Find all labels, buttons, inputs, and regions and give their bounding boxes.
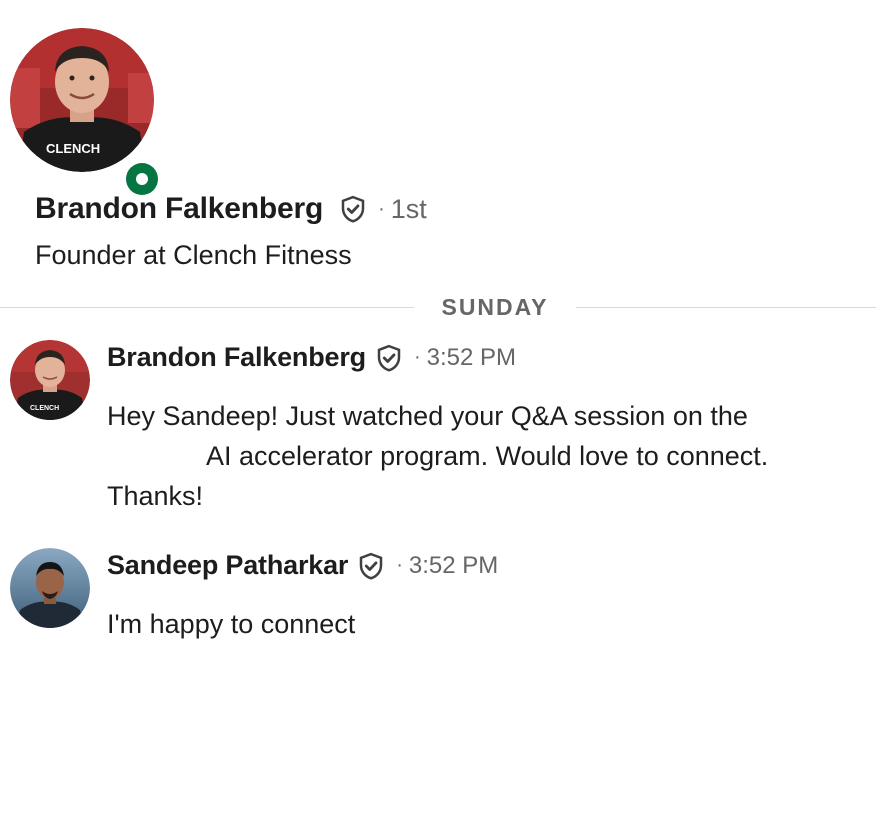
message-header: Sandeep Patharkar · 3:52 PM xyxy=(107,550,498,581)
message-sender-name[interactable]: Brandon Falkenberg xyxy=(107,342,366,373)
message-line: AI accelerator program. Would love to co… xyxy=(206,441,769,471)
profile-name[interactable]: Brandon Falkenberg xyxy=(35,192,323,226)
verified-shield-icon[interactable] xyxy=(338,194,368,224)
online-status-dot xyxy=(136,173,148,185)
avatar-shirt-text: CLENCH xyxy=(30,405,59,412)
message-body: I'm happy to connect xyxy=(107,604,355,644)
message-header: Brandon Falkenberg · 3:52 PM xyxy=(107,342,516,373)
message-line: Hey Sandeep! Just watched your Q&A sessi… xyxy=(107,401,748,431)
profile-avatar-container[interactable]: CLENCH xyxy=(10,28,161,198)
separator-dot: · xyxy=(396,554,403,576)
divider-line-left xyxy=(0,307,414,308)
date-divider: SUNDAY xyxy=(0,294,876,322)
online-status-ring xyxy=(126,163,158,195)
shirt-logo-text: CLENCH xyxy=(46,141,100,156)
message-body: Hey Sandeep! Just watched your Q&A sessi… xyxy=(107,396,768,516)
divider-line-right xyxy=(576,307,876,308)
message-line: Thanks! xyxy=(107,481,204,511)
message-sender-name[interactable]: Sandeep Patharkar xyxy=(107,550,348,581)
verified-shield-icon[interactable] xyxy=(356,551,386,581)
message-line: I'm happy to connect xyxy=(107,609,356,639)
connection-degree: 1st xyxy=(390,193,427,224)
message-timestamp: 3:52 PM xyxy=(408,551,499,579)
message-avatar-brandon[interactable]: CLENCH xyxy=(10,340,90,420)
separator-dot: · xyxy=(413,346,421,368)
separator-dot: · xyxy=(378,197,385,220)
message-timestamp: 3:52 PM xyxy=(426,343,517,371)
message-avatar-sandeep[interactable] xyxy=(10,548,90,628)
verified-shield-icon[interactable] xyxy=(374,343,404,373)
profile-avatar[interactable]: CLENCH xyxy=(10,28,154,172)
date-divider-label: SUNDAY xyxy=(441,294,549,320)
profile-name-row: Brandon Falkenberg · 1st xyxy=(35,192,427,226)
profile-headline: Founder at Clench Fitness xyxy=(35,240,352,270)
